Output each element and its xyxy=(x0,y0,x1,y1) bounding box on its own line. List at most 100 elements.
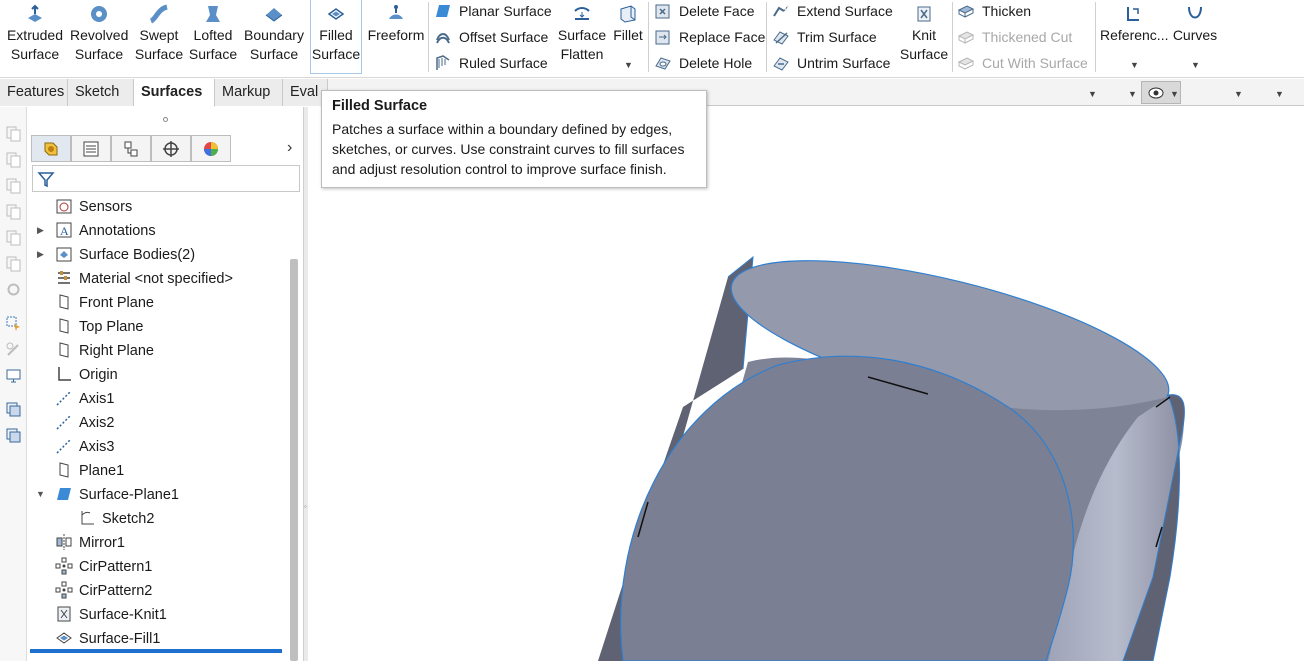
tree-item-mirror1[interactable]: Mirror1 xyxy=(55,531,125,555)
monitor-icon[interactable] xyxy=(5,367,22,384)
tree-item-cirpattern1[interactable]: CirPattern1 xyxy=(55,555,152,579)
view-orientation-dropdown-arrow[interactable]: ▼ xyxy=(1088,89,1097,99)
copy-icon[interactable] xyxy=(5,151,22,168)
view-settings-dropdown-arrow[interactable]: ▼ xyxy=(1275,89,1284,99)
filled-surface-button[interactable]: Filled Surface xyxy=(310,0,362,74)
display-manager-icon xyxy=(204,142,218,156)
revolved-surface-button[interactable]: Revolved Surface xyxy=(70,0,128,74)
ruled-surface-icon xyxy=(436,55,450,70)
tree-item-sensors[interactable]: Sensors xyxy=(55,195,132,219)
copy-icon[interactable] xyxy=(5,229,22,246)
revolved-surface-icon xyxy=(91,6,107,22)
surface-bodies-icon xyxy=(56,247,72,262)
layers-icon[interactable] xyxy=(5,427,22,444)
tab-surfaces[interactable]: Surfaces xyxy=(134,79,215,107)
delete-hole-button[interactable]: Delete Hole xyxy=(654,52,752,76)
tree-item-plane1[interactable]: Plane1 xyxy=(55,459,124,483)
model-3d-view[interactable] xyxy=(308,107,1304,661)
extruded-surface-button[interactable]: Extruded Surface xyxy=(4,0,66,74)
planar-surface-button[interactable]: Planar Surface xyxy=(434,0,552,24)
filled-surface-icon xyxy=(327,8,345,20)
origin-icon xyxy=(58,367,71,381)
delete-face-button[interactable]: Delete Face xyxy=(654,0,754,24)
tree-item-surface-bodies[interactable]: Surface Bodies(2) xyxy=(55,243,195,267)
panel-expand-chevron-icon[interactable]: › xyxy=(287,139,292,157)
tab-sketch[interactable]: Sketch xyxy=(68,79,134,106)
tree-item-surface-plane1[interactable]: Surface-Plane1 xyxy=(55,483,179,507)
lofted-surface-button[interactable]: Lofted Surface xyxy=(188,0,238,74)
ribbon-separator xyxy=(766,2,767,72)
hide-show-items-toggle[interactable]: ▼ xyxy=(1141,81,1181,104)
display-style-dropdown-arrow[interactable]: ▼ xyxy=(1128,89,1137,99)
knit-surface-button[interactable]: Knit Surface xyxy=(898,0,950,74)
tree-item-surface-knit1[interactable]: Surface-Knit1 xyxy=(55,603,167,627)
expand-arrow-icon[interactable]: ▶ xyxy=(37,249,44,260)
tree-filter-input[interactable] xyxy=(32,165,300,192)
trim-surface-button[interactable]: Trim Surface xyxy=(772,26,877,50)
fillet-dropdown-arrow[interactable]: ▼ xyxy=(624,60,633,70)
tab-features[interactable]: Features xyxy=(0,79,68,106)
tree-item-cirpattern2[interactable]: CirPattern2 xyxy=(55,579,152,603)
collapse-arrow-icon[interactable]: ▼ xyxy=(36,489,45,499)
apply-scene-dropdown-arrow[interactable]: ▼ xyxy=(1234,89,1243,99)
tree-scrollbar[interactable] xyxy=(290,259,298,661)
tree-item-surface-fill1[interactable]: Surface-Fill1 xyxy=(55,627,160,651)
tree-item-annotations[interactable]: A Annotations xyxy=(55,219,156,243)
surface-flatten-button[interactable]: Surface Flatten xyxy=(556,0,608,74)
tree-item-right-plane[interactable]: Right Plane xyxy=(55,339,154,363)
mirror-icon xyxy=(56,534,72,550)
property-manager-tab[interactable] xyxy=(71,135,111,162)
boundary-surface-button[interactable]: Boundary Surface xyxy=(242,0,306,74)
trim-surface-icon xyxy=(773,31,789,45)
knit-icon xyxy=(57,606,71,622)
thickened-cut-button[interactable]: Thickened Cut xyxy=(957,26,1072,50)
tree-item-axis1[interactable]: Axis1 xyxy=(55,387,114,411)
tab-markup[interactable]: Markup xyxy=(215,79,283,106)
tree-item-axis3[interactable]: Axis3 xyxy=(55,435,114,459)
copy-icon[interactable] xyxy=(5,255,22,272)
reference-dropdown-arrow[interactable]: ▼ xyxy=(1130,60,1139,70)
tree-item-origin[interactable]: Origin xyxy=(55,363,118,387)
tree-item-sketch2[interactable]: Sketch2 xyxy=(78,507,154,531)
tree-item-axis2[interactable]: Axis2 xyxy=(55,411,114,435)
panel-grip-icon[interactable] xyxy=(163,117,168,122)
edit-tool-icon[interactable] xyxy=(5,341,22,358)
configuration-manager-tab[interactable] xyxy=(111,135,151,162)
extend-surface-button[interactable]: Extend Surface xyxy=(772,0,893,24)
curves-dropdown-arrow[interactable]: ▼ xyxy=(1191,60,1200,70)
configuration-manager-icon xyxy=(124,141,138,157)
offset-surface-button[interactable]: Offset Surface xyxy=(434,26,548,50)
thicken-button[interactable]: Thicken xyxy=(957,0,1031,24)
graphics-viewport[interactable] xyxy=(308,107,1304,661)
material-icon xyxy=(58,271,70,284)
display-manager-tab[interactable] xyxy=(191,135,231,162)
tree-item-material[interactable]: Material <not specified> xyxy=(55,267,233,291)
offset-surface-icon xyxy=(436,33,450,44)
freeform-icon xyxy=(389,5,403,19)
cut-with-surface-button[interactable]: Cut With Surface xyxy=(957,52,1088,76)
delete-hole-icon xyxy=(655,57,671,70)
expand-arrow-icon[interactable]: ▶ xyxy=(37,225,44,236)
layers-icon[interactable] xyxy=(5,401,22,418)
annotation-icon: A xyxy=(56,222,72,238)
ruled-surface-button[interactable]: Ruled Surface xyxy=(434,52,548,76)
sketch-icon xyxy=(81,511,94,525)
hide-show-dropdown-arrow[interactable]: ▼ xyxy=(1170,89,1179,99)
settings-icon[interactable] xyxy=(5,281,22,298)
select-tool-icon[interactable] xyxy=(5,315,22,332)
crosshair-icon xyxy=(163,141,179,157)
tree-item-top-plane[interactable]: Top Plane xyxy=(55,315,144,339)
feature-tree-tab[interactable] xyxy=(31,135,71,162)
swept-surface-button[interactable]: Swept Surface xyxy=(133,0,185,74)
replace-face-button[interactable]: Replace Face xyxy=(654,26,765,50)
untrim-surface-button[interactable]: Untrim Surface xyxy=(772,52,890,76)
copy-icon[interactable] xyxy=(5,177,22,194)
filter-icon xyxy=(37,172,55,188)
dimxpert-manager-tab[interactable] xyxy=(151,135,191,162)
freeform-button[interactable]: Freeform xyxy=(366,0,426,74)
tree-item-front-plane[interactable]: Front Plane xyxy=(55,291,154,315)
rollback-bar[interactable] xyxy=(30,649,282,653)
reference-geometry-icon xyxy=(1127,7,1139,21)
copy-icon[interactable] xyxy=(5,203,22,220)
copy-icon[interactable] xyxy=(5,125,22,142)
